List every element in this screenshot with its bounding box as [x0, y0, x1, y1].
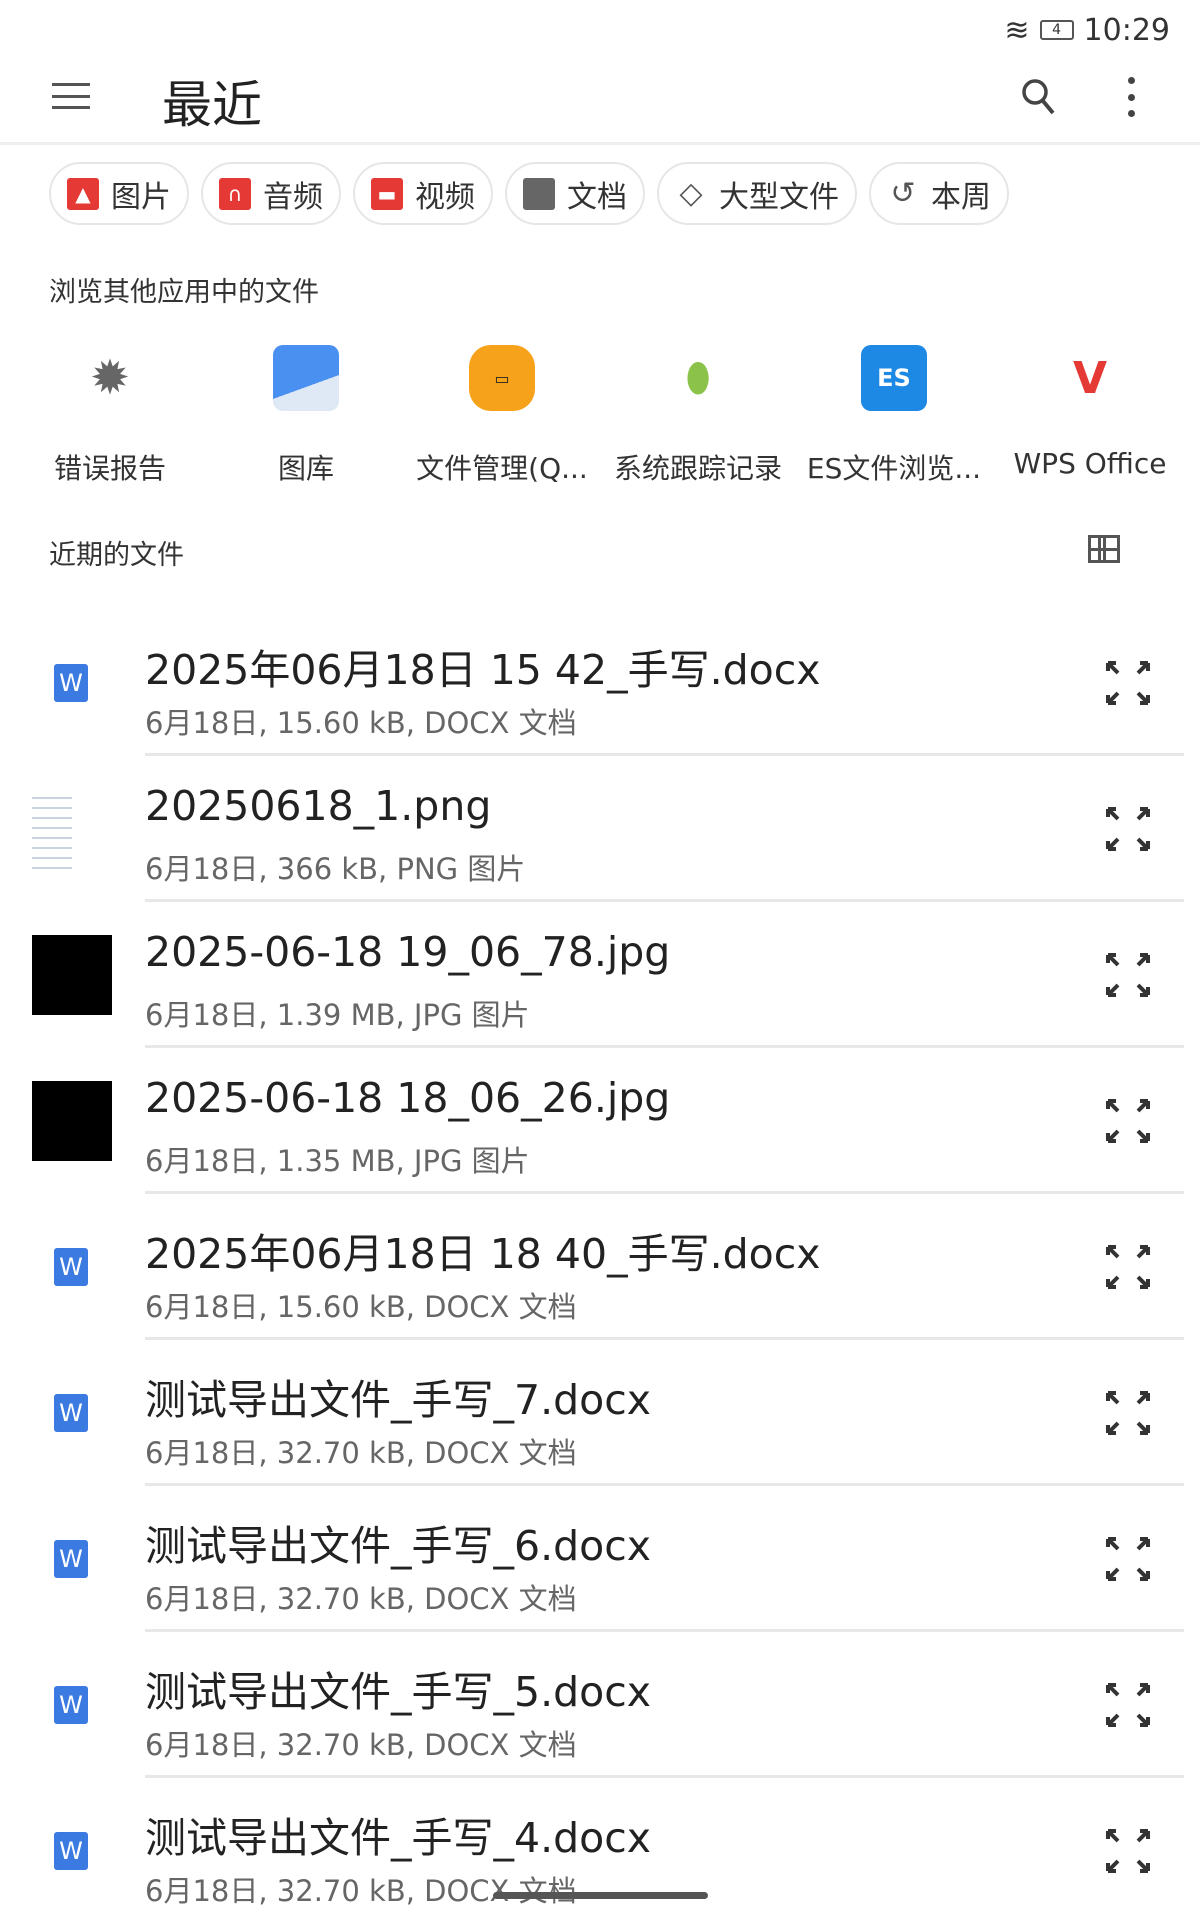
word-file-icon: W [54, 1832, 88, 1870]
file-name: 测试导出文件_手写_7.docx [145, 1376, 652, 1424]
grid-view-icon[interactable] [1088, 535, 1120, 563]
file-name: 2025年06月18日 18 40_手写.docx [145, 1230, 821, 1278]
app-shortcut[interactable]: ES ES文件浏览... [796, 345, 992, 487]
app-shortcut[interactable]: V WPS Office [992, 345, 1188, 487]
chip-image[interactable]: ▲ 图片 [49, 162, 189, 225]
chip-label: 文档 [567, 179, 627, 215]
image-thumbnail [32, 935, 112, 1015]
android-icon: ⬮ [685, 355, 711, 401]
app-bar: 最近 [0, 55, 1200, 145]
file-meta: 6月18日, 32.70 kB, DOCX 文档 [145, 1874, 577, 1908]
chip-tag[interactable]: ◇ 大型文件 [657, 162, 857, 225]
file-name: 测试导出文件_手写_5.docx [145, 1668, 652, 1716]
file-meta: 6月18日, 1.39 MB, JPG 图片 [145, 998, 530, 1032]
file-meta: 6月18日, 15.60 kB, DOCX 文档 [145, 1290, 577, 1324]
gallery-icon [273, 345, 339, 411]
word-file-icon: W [54, 1686, 88, 1724]
expand-icon[interactable] [1104, 1389, 1152, 1437]
expand-icon[interactable] [1104, 805, 1152, 853]
file-row[interactable]: W 测试导出文件_手写_7.docx 6月18日, 32.70 kB, DOCX… [0, 1340, 1200, 1486]
es-file-explorer-icon: ES [861, 345, 927, 411]
file-name: 2025-06-18 18_06_26.jpg [145, 1074, 671, 1122]
menu-icon[interactable] [52, 83, 90, 109]
chip-label: 本周 [931, 179, 991, 215]
app-shortcut[interactable]: ✹ 错误报告 [12, 345, 208, 487]
app-shortcut[interactable]: ▭ 文件管理(Q... [404, 345, 600, 487]
chip-label: 大型文件 [719, 179, 839, 215]
category-chips: ▲ 图片 ∩ 音频 ▬ 视频 文档 ◇ 大型文件 ↺ 本周 [49, 162, 1009, 225]
expand-icon[interactable] [1104, 1827, 1152, 1875]
battery-level: 4 [1052, 22, 1061, 38]
expand-icon[interactable] [1104, 1681, 1152, 1729]
app-label: 错误报告 [53, 452, 166, 485]
page-title: 最近 [162, 76, 262, 134]
tag-icon: ◇ [679, 176, 703, 211]
app-label: WPS Office [1013, 447, 1167, 480]
chip-label: 视频 [415, 179, 475, 215]
file-row[interactable]: W 测试导出文件_手写_6.docx 6月18日, 32.70 kB, DOCX… [0, 1486, 1200, 1632]
wifi-icon: ≋ [1004, 12, 1030, 48]
word-file-icon: W [54, 1248, 88, 1286]
document-icon [523, 177, 555, 210]
file-row[interactable]: 2025-06-18 19_06_78.jpg 6月18日, 1.39 MB, … [0, 902, 1200, 1048]
status-bar: ≋ 4 10:29 [1004, 10, 1170, 50]
app-label: 文件管理(Q... [416, 452, 588, 485]
app-label: 系统跟踪记录 [613, 452, 782, 485]
clapperboard-icon: ▬ [371, 177, 403, 210]
bug-icon: ✹ [89, 350, 131, 406]
file-meta: 6月18日, 32.70 kB, DOCX 文档 [145, 1436, 577, 1470]
image-icon: ▲ [67, 177, 99, 210]
expand-icon[interactable] [1104, 951, 1152, 999]
headphones-icon: ∩ [219, 177, 251, 210]
chip-label: 图片 [111, 179, 171, 215]
image-thumbnail [32, 789, 72, 869]
file-meta: 6月18日, 32.70 kB, DOCX 文档 [145, 1728, 577, 1762]
file-row[interactable]: 20250618_1.png 6月18日, 366 kB, PNG 图片 [0, 756, 1200, 902]
file-name: 测试导出文件_手写_4.docx [145, 1814, 652, 1862]
wps-icon: V [1072, 352, 1108, 404]
file-meta: 6月18日, 32.70 kB, DOCX 文档 [145, 1582, 577, 1616]
word-file-icon: W [54, 1540, 88, 1578]
word-file-icon: W [54, 1394, 88, 1432]
file-meta: 6月18日, 366 kB, PNG 图片 [145, 852, 526, 886]
file-row[interactable]: W 测试导出文件_手写_5.docx 6月18日, 32.70 kB, DOCX… [0, 1632, 1200, 1778]
battery-icon: 4 [1039, 20, 1074, 40]
file-name: 2025年06月18日 15 42_手写.docx [145, 646, 821, 694]
chip-history[interactable]: ↺ 本周 [869, 162, 1009, 225]
file-name: 测试导出文件_手写_6.docx [145, 1522, 652, 1570]
file-row[interactable]: W 2025年06月18日 18 40_手写.docx 6月18日, 15.60… [0, 1194, 1200, 1340]
clock: 10:29 [1083, 12, 1170, 48]
recent-files-heading: 近期的文件 [49, 540, 184, 571]
file-name: 20250618_1.png [145, 782, 492, 830]
browse-apps-heading: 浏览其他应用中的文件 [49, 277, 319, 308]
recent-files-list: W 2025年06月18日 15 42_手写.docx 6月18日, 15.60… [0, 610, 1200, 1924]
file-meta: 6月18日, 15.60 kB, DOCX 文档 [145, 706, 577, 740]
more-options-icon[interactable] [1124, 77, 1138, 117]
expand-icon[interactable] [1104, 1535, 1152, 1583]
app-list: ✹ 错误报告 图库 ▭ 文件管理(Q... ⬮ 系统跟踪记录 ES ES文件浏览… [12, 345, 1188, 487]
chip-label: 音频 [263, 179, 323, 215]
file-meta: 6月18日, 1.35 MB, JPG 图片 [145, 1144, 530, 1178]
file-row[interactable]: 2025-06-18 18_06_26.jpg 6月18日, 1.35 MB, … [0, 1048, 1200, 1194]
expand-icon[interactable] [1104, 1243, 1152, 1291]
chip-clapperboard[interactable]: ▬ 视频 [353, 162, 493, 225]
word-file-icon: W [54, 664, 88, 702]
search-icon[interactable] [1020, 77, 1056, 117]
file-row[interactable]: W 测试导出文件_手写_4.docx 6月18日, 32.70 kB, DOCX… [0, 1778, 1200, 1924]
file-row[interactable]: W 2025年06月18日 15 42_手写.docx 6月18日, 15.60… [0, 610, 1200, 756]
image-thumbnail [32, 1081, 112, 1161]
app-label: ES文件浏览... [806, 452, 982, 485]
expand-icon[interactable] [1104, 1097, 1152, 1145]
app-shortcut[interactable]: 图库 [208, 345, 404, 487]
expand-icon[interactable] [1104, 659, 1152, 707]
history-icon: ↺ [890, 176, 916, 211]
file-name: 2025-06-18 19_06_78.jpg [145, 928, 671, 976]
app-shortcut[interactable]: ⬮ 系统跟踪记录 [600, 345, 796, 487]
chip-document[interactable]: 文档 [505, 162, 645, 225]
home-indicator[interactable] [493, 1892, 708, 1899]
file-manager-icon: ▭ [469, 345, 535, 411]
app-label: 图库 [277, 452, 334, 485]
chip-headphones[interactable]: ∩ 音频 [201, 162, 341, 225]
